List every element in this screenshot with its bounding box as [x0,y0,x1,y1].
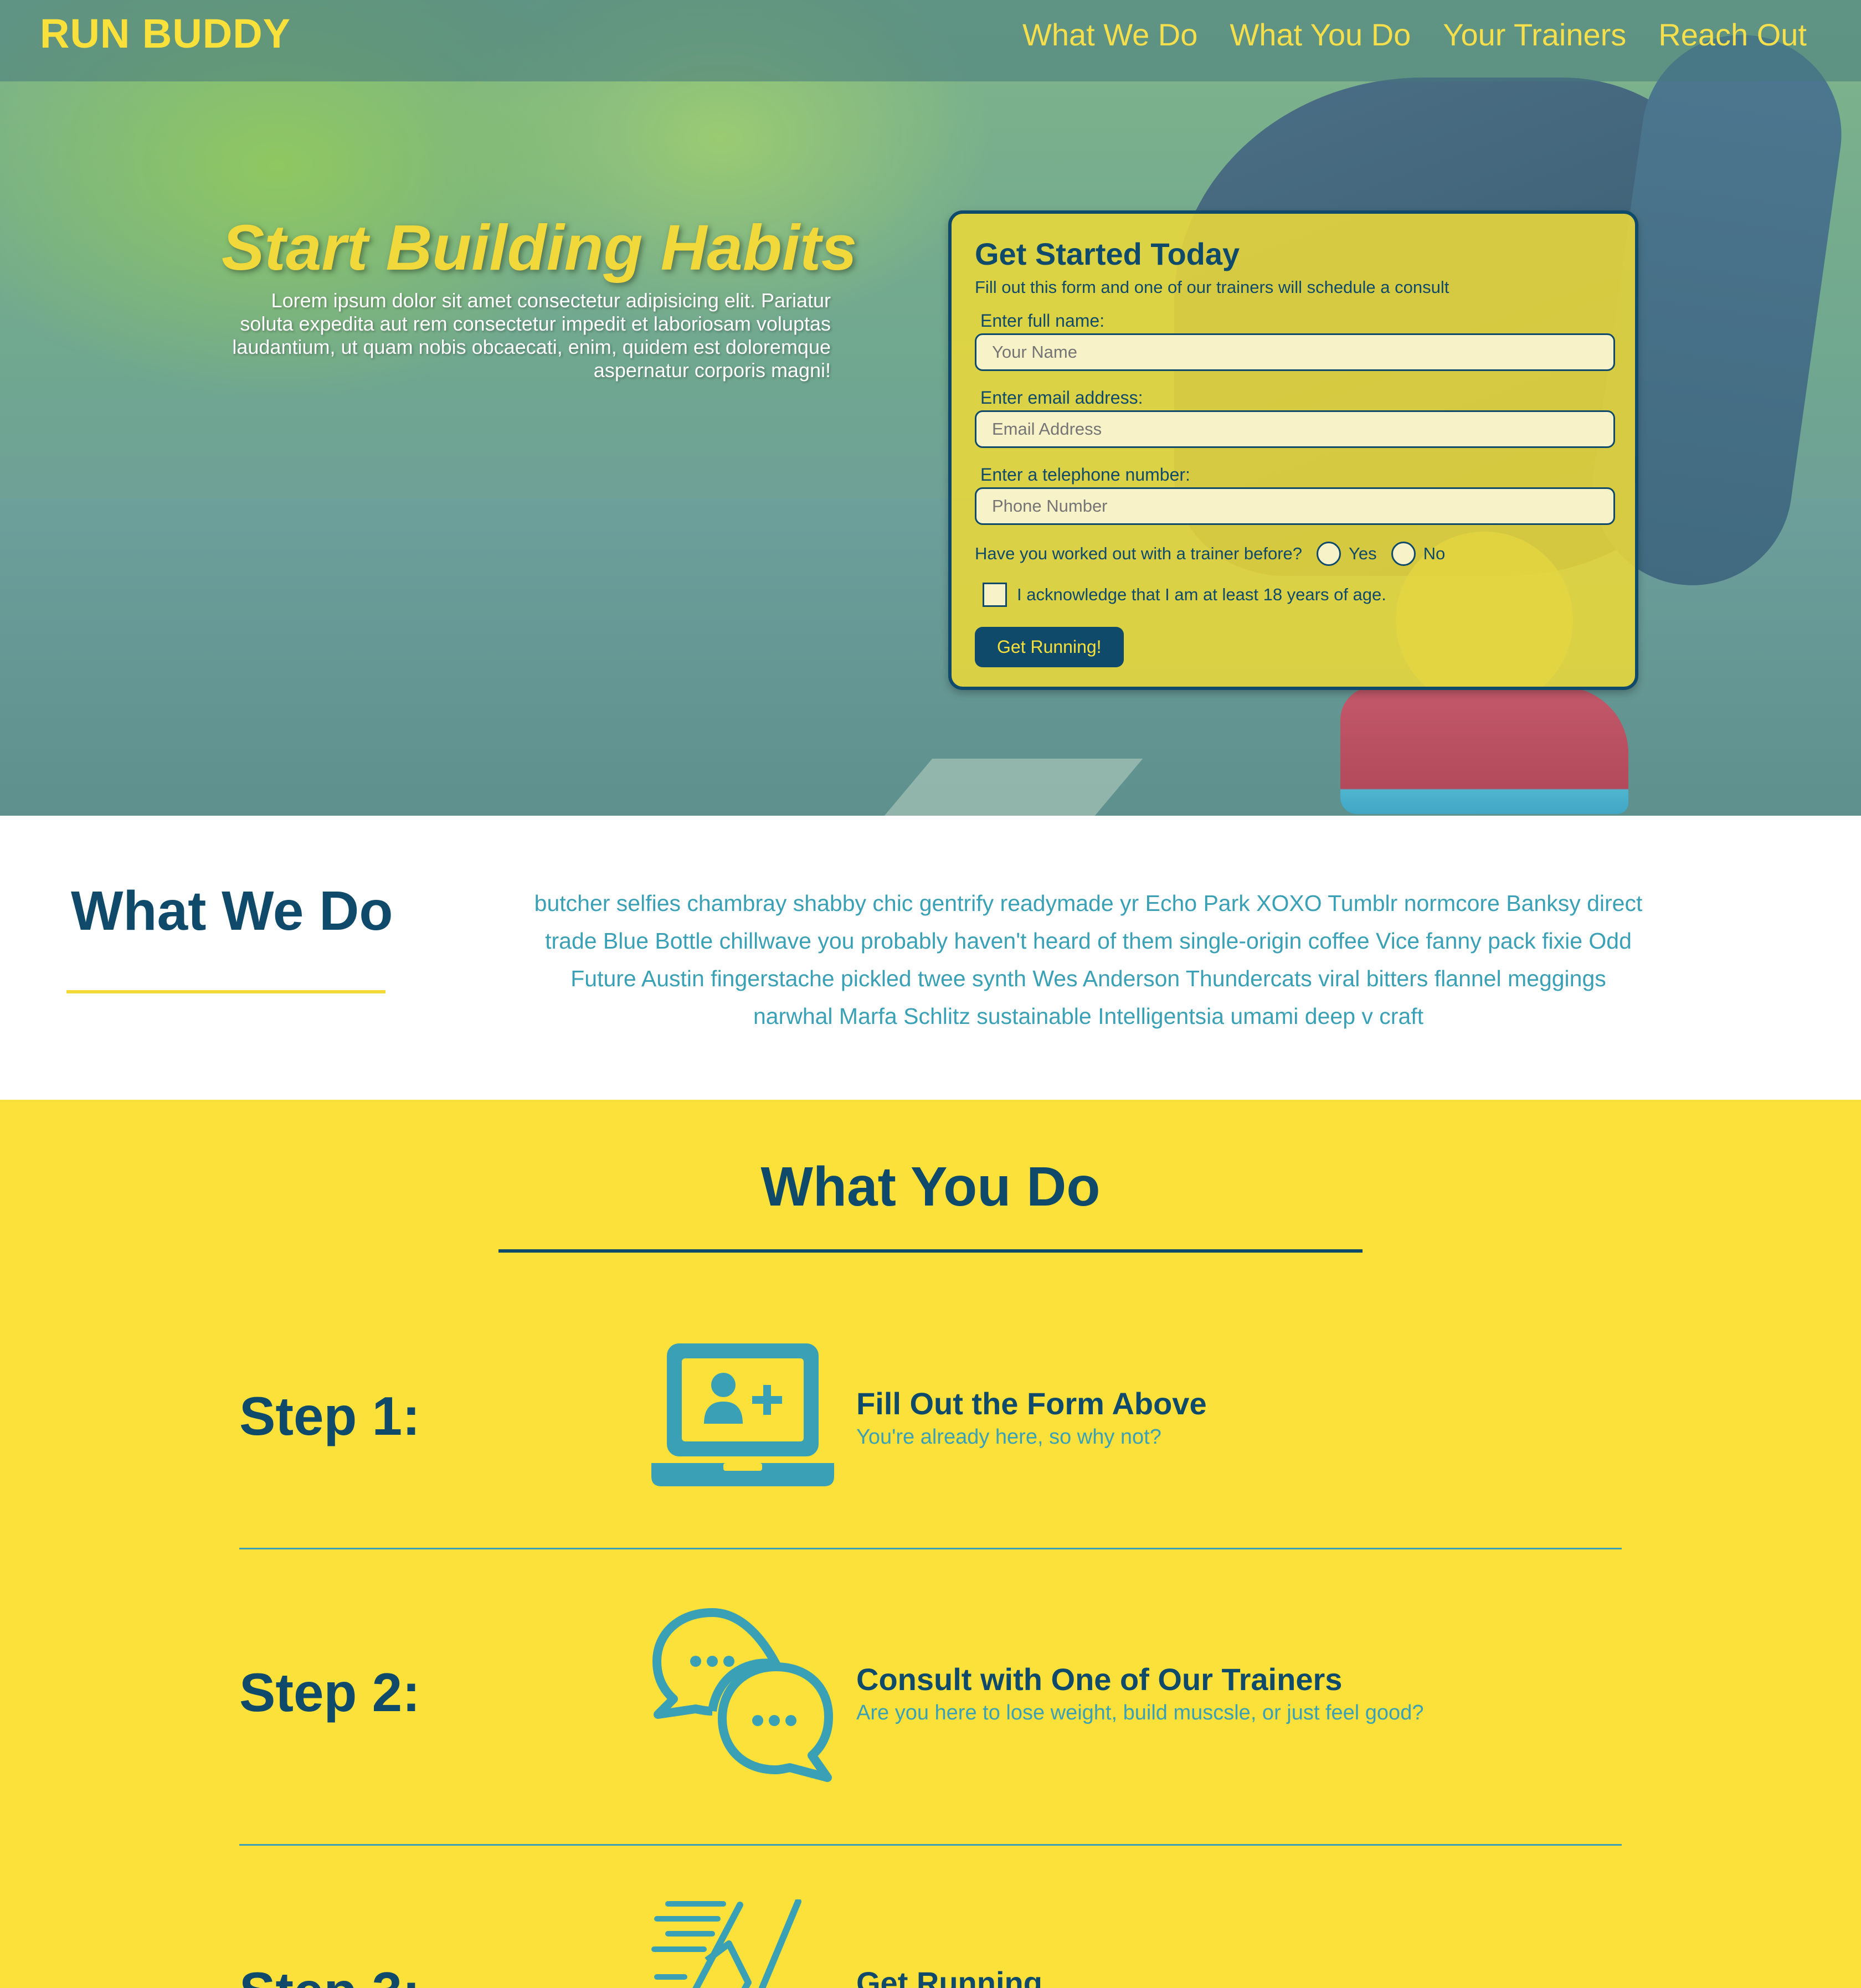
step-2-label: Step 2: [239,1662,420,1723]
chat-bubbles-icon [651,1606,834,1791]
hero-text-block: Start Building Habits Lorem ipsum dolor … [222,210,857,382]
form-subtitle: Fill out this form and one of our traine… [975,277,1449,297]
trainer-question-row: Have you worked out with a trainer befor… [975,542,1612,566]
what-you-do-underline [498,1249,1363,1253]
top-navbar: RUN BUDDY What We Do What You Do Your Tr… [0,0,1861,81]
hero-title: Start Building Habits [222,212,857,284]
main-nav: What We Do What You Do Your Trainers Rea… [1022,17,1807,53]
trainer-no-radio[interactable] [1391,542,1416,566]
what-we-do-heading: What We Do [71,880,393,942]
nav-link-reach-out[interactable]: Reach Out [1658,17,1807,53]
age-ack-label: I acknowledge that I am at least 18 year… [1017,585,1386,604]
what-we-do-section: What We Do butcher selfies chambray shab… [0,816,1861,1100]
step-3-label: Step 3: [239,1960,420,1988]
nav-link-what-you-do[interactable]: What You Do [1230,17,1411,53]
get-running-button[interactable]: Get Running! [975,627,1124,667]
step-1-title: Fill Out the Form Above [856,1386,1207,1421]
trainer-question-label: Have you worked out with a trainer befor… [975,544,1303,563]
step-2-title: Consult with One of Our Trainers [856,1662,1343,1697]
what-you-do-heading: What You Do [760,1156,1101,1218]
hero-background-shoe [1340,687,1628,814]
what-we-do-text: butcher selfies chambray shabby chic gen… [534,890,1643,1029]
step-3-title: Get Running [856,1965,1042,1988]
step-2-desc: Are you here to lose weight, build muscs… [856,1701,1424,1724]
signup-form: Get Started Today Fill out this form and… [948,210,1638,690]
hero-description: Lorem ipsum dolor sit amet consectetur a… [232,289,831,382]
running-shoe-icon [651,1898,818,1988]
brand-logo[interactable]: RUN BUDDY [40,10,291,57]
step-divider-2 [239,1844,1622,1846]
laptop-add-user-icon [651,1343,834,1490]
trainer-yes-radio[interactable] [1317,542,1341,566]
name-input[interactable] [975,333,1615,371]
age-ack-row: I acknowledge that I am at least 18 year… [975,583,1612,607]
name-label: Enter full name: [980,311,1105,331]
nav-link-your-trainers[interactable]: Your Trainers [1443,17,1626,53]
phone-label: Enter a telephone number: [980,465,1190,485]
step-1-label: Step 1: [239,1386,420,1446]
email-input[interactable] [975,410,1615,448]
age-ack-checkbox[interactable] [983,583,1007,607]
phone-input[interactable] [975,487,1615,525]
step-divider-1 [239,1548,1622,1549]
email-label: Enter email address: [980,388,1143,408]
nav-link-what-we-do[interactable]: What We Do [1022,17,1197,53]
hero-section: RUN BUDDY What We Do What You Do Your Tr… [0,0,1861,816]
trainer-yes-label: Yes [1349,544,1377,563]
trainer-no-label: No [1423,544,1446,563]
what-you-do-section: What You Do Step 1: Fill Out the Form Ab… [0,1100,1861,1988]
what-we-do-underline [66,990,385,993]
form-title: Get Started Today [975,236,1240,271]
step-1-desc: You're already here, so why not? [856,1425,1161,1449]
